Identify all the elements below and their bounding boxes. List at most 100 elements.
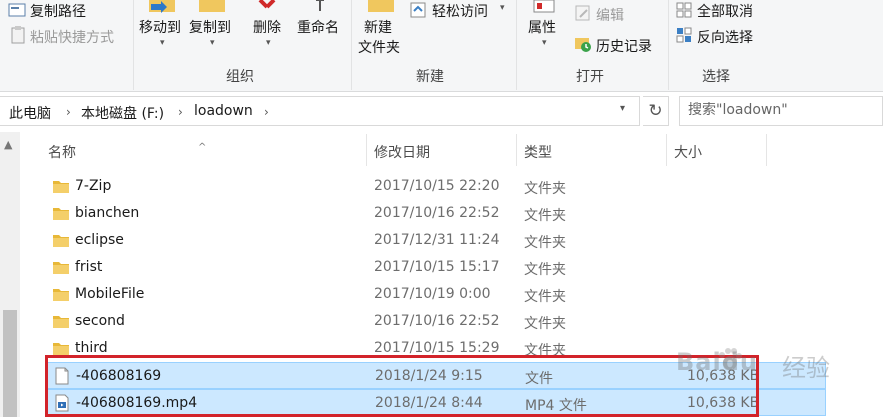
move-to-label: 移动到 bbox=[139, 20, 181, 36]
rename-label: 重命名 bbox=[297, 20, 339, 36]
file-type: 文件夹 bbox=[524, 181, 566, 197]
history-button[interactable]: 历史记录 bbox=[574, 34, 664, 55]
folder-icon bbox=[52, 285, 70, 303]
history-icon bbox=[575, 38, 591, 52]
file-row[interactable]: second 2017/10/16 22:52 文件夹 bbox=[46, 308, 826, 335]
select-group-label: 选择 bbox=[702, 69, 730, 85]
easy-access-label: 轻松访问 bbox=[432, 4, 488, 20]
easy-access-button[interactable]: 轻松访问 ▾ bbox=[410, 0, 506, 20]
file-name: third bbox=[75, 340, 108, 356]
scroll-up-arrow-icon[interactable]: ▲ bbox=[4, 138, 12, 151]
sort-ascending-icon: ^ bbox=[198, 142, 207, 153]
new-folder-button[interactable]: 新建 文件夹 bbox=[358, 0, 408, 60]
copy-path-button[interactable]: 复制路径 bbox=[8, 0, 128, 20]
watermark-suffix: 经验 bbox=[782, 354, 830, 382]
invert-selection-label: 反向选择 bbox=[697, 30, 753, 46]
search-box[interactable] bbox=[679, 96, 883, 126]
breadcrumb-this-pc[interactable]: 此电脑 bbox=[9, 103, 51, 123]
column-header-date[interactable]: 修改日期 bbox=[366, 132, 516, 168]
edit-icon bbox=[575, 5, 590, 21]
scrollbar-thumb[interactable] bbox=[3, 310, 17, 417]
select-none-button[interactable]: 全部取消 bbox=[676, 0, 768, 20]
history-label: 历史记录 bbox=[596, 39, 652, 55]
file-size: 10,638 KB bbox=[687, 395, 760, 411]
file-name: second bbox=[75, 313, 125, 329]
file-type: 文件夹 bbox=[524, 235, 566, 251]
column-header-type-label: 类型 bbox=[524, 145, 552, 161]
column-header-type[interactable]: 类型 bbox=[516, 132, 666, 168]
breadcrumb-chevron-icon[interactable]: › bbox=[264, 105, 269, 119]
address-history-dropdown-icon[interactable]: ▾ bbox=[620, 103, 625, 114]
file-name: -406808169.mp4 bbox=[76, 395, 198, 411]
file-modified-date: 2017/10/15 15:17 bbox=[374, 259, 500, 275]
delete-label: 删除 bbox=[253, 20, 281, 36]
easy-access-icon bbox=[410, 2, 426, 18]
properties-icon bbox=[533, 0, 555, 13]
file-modified-date: 2017/10/16 22:52 bbox=[374, 205, 500, 221]
watermark-brand: Baidu bbox=[676, 348, 758, 376]
file-row[interactable]: -406808169.mp4 2018/1/24 8:44 MP4 文件 10,638… bbox=[46, 389, 826, 416]
properties-label: 属性 bbox=[528, 20, 556, 36]
file-name: bianchen bbox=[75, 205, 140, 221]
file-row[interactable]: 7-Zip 2017/10/15 22:20 文件夹 bbox=[46, 173, 826, 200]
column-header-size-label: 大小 bbox=[674, 145, 702, 161]
properties-dropdown-icon: ▾ bbox=[542, 38, 547, 48]
move-to-button[interactable]: 移动到 ▾ bbox=[138, 0, 186, 60]
breadcrumb[interactable]: 此电脑 › 本地磁盘 (F:) › loadown › ▾ bbox=[0, 96, 640, 126]
invert-selection-button[interactable]: 反向选择 bbox=[676, 25, 768, 46]
file-modified-date: 2017/10/16 22:52 bbox=[374, 313, 500, 329]
file-row[interactable]: bianchen 2017/10/16 22:52 文件夹 bbox=[46, 200, 826, 227]
folder-icon bbox=[52, 231, 70, 249]
breadcrumb-loadown[interactable]: loadown bbox=[194, 103, 253, 119]
delete-dropdown-icon: ▾ bbox=[266, 38, 271, 48]
column-header-size[interactable]: 大小 bbox=[666, 132, 766, 168]
paste-shortcut-button[interactable]: 粘贴快捷方式 bbox=[8, 25, 132, 46]
edit-button[interactable]: 编辑 bbox=[574, 4, 634, 24]
refresh-icon: ↻ bbox=[648, 101, 663, 121]
copy-path-icon bbox=[8, 3, 26, 17]
move-to-icon bbox=[149, 0, 175, 13]
address-bar: 此电脑 › 本地磁盘 (F:) › loadown › ▾ ↻ bbox=[0, 92, 883, 130]
select-none-icon bbox=[676, 2, 692, 18]
folder-icon bbox=[52, 258, 70, 276]
move-to-dropdown-icon: ▾ bbox=[160, 38, 165, 48]
properties-button[interactable]: 属性 ▾ bbox=[524, 0, 564, 60]
delete-icon bbox=[258, 0, 276, 9]
file-modified-date: 2017/10/15 15:29 bbox=[374, 340, 500, 356]
refresh-button[interactable]: ↻ bbox=[643, 96, 669, 126]
breadcrumb-chevron-icon[interactable]: › bbox=[178, 105, 183, 119]
new-folder-label-line2: 文件夹 bbox=[358, 40, 400, 56]
file-row[interactable]: MobileFile 2017/10/19 0:00 文件夹 bbox=[46, 281, 826, 308]
file-type: 文件夹 bbox=[524, 208, 566, 224]
file-row[interactable]: frist 2017/10/15 15:17 文件夹 bbox=[46, 254, 826, 281]
file-row[interactable]: eclipse 2017/12/31 11:24 文件夹 bbox=[46, 227, 826, 254]
copy-to-dropdown-icon: ▾ bbox=[210, 38, 215, 48]
file-name: -406808169 bbox=[76, 368, 162, 384]
breadcrumb-drive-f[interactable]: 本地磁盘 (F:) bbox=[81, 103, 164, 123]
column-header-name-label: 名称 bbox=[48, 145, 76, 161]
rename-icon bbox=[316, 0, 324, 11]
column-header-name[interactable]: ^ 名称 bbox=[20, 132, 366, 168]
copy-to-icon bbox=[199, 0, 225, 12]
file-type: MP4 文件 bbox=[525, 398, 587, 414]
search-input[interactable] bbox=[688, 102, 878, 118]
file-modified-date: 2017/12/31 11:24 bbox=[374, 232, 500, 248]
delete-button[interactable]: 删除 ▾ bbox=[252, 0, 286, 60]
copy-path-label: 复制路径 bbox=[30, 4, 86, 20]
new-group-label: 新建 bbox=[416, 69, 444, 85]
file-name: 7-Zip bbox=[75, 178, 112, 194]
folder-icon bbox=[52, 204, 70, 222]
column-header-date-label: 修改日期 bbox=[374, 145, 430, 161]
navigation-pane-scrollbar[interactable]: ▲ bbox=[0, 132, 20, 417]
breadcrumb-chevron-icon[interactable]: › bbox=[66, 105, 71, 119]
organize-group-label: 组织 bbox=[226, 69, 254, 85]
folder-icon bbox=[52, 312, 70, 330]
copy-to-label: 复制到 bbox=[189, 20, 231, 36]
rename-button[interactable]: 重命名 bbox=[296, 0, 344, 40]
file-type: 文件夹 bbox=[524, 316, 566, 332]
ribbon: 复制路径 粘贴快捷方式 移动到 ▾ 复制到 ▾ 删除 ▾ 重命名 组织 新建 文… bbox=[0, 0, 883, 92]
file-type: 文件夹 bbox=[524, 289, 566, 305]
invert-selection-icon bbox=[676, 27, 692, 43]
new-folder-label-line1: 新建 bbox=[364, 20, 392, 36]
copy-to-button[interactable]: 复制到 ▾ bbox=[188, 0, 236, 60]
